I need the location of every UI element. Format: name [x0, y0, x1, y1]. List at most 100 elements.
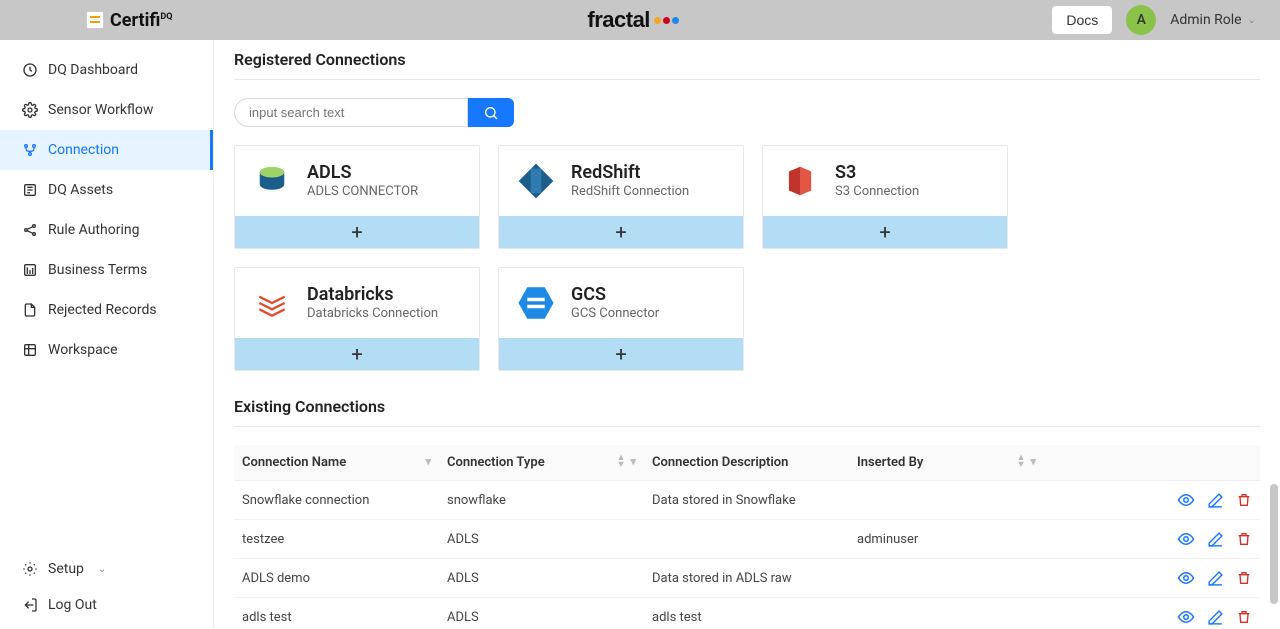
sort-icon[interactable]: ▲▼: [617, 455, 625, 469]
trash-icon: [1236, 492, 1252, 508]
divider: [234, 426, 1260, 427]
edit-icon: [1207, 531, 1224, 548]
sidebar-item-rejected-records[interactable]: Rejected Records: [0, 290, 213, 330]
filter-icon[interactable]: ▾: [425, 455, 431, 468]
connections-table: Connection Name ▾ Connection Type ▾ ▲▼ C…: [234, 445, 1260, 629]
dashboard-icon: [22, 62, 38, 78]
connector-card-redshift: RedShift RedShift Connection +: [498, 145, 744, 249]
adls-icon: [251, 160, 293, 202]
edit-button[interactable]: [1207, 492, 1224, 509]
filter-icon[interactable]: ▾: [1030, 455, 1036, 468]
cell-desc: Data stored in Snowflake: [644, 481, 849, 520]
share-icon: [22, 222, 38, 238]
nav-bottom: Setup ⌄ Log Out: [0, 551, 213, 629]
sidebar-item-label: Setup: [48, 561, 84, 577]
cell-by: [849, 598, 1044, 629]
trash-icon: [1236, 609, 1252, 625]
cell-name: testzee: [234, 520, 439, 559]
sidebar-item-label: Rule Authoring: [48, 222, 139, 238]
search-input[interactable]: [234, 98, 468, 127]
add-databricks-button[interactable]: +: [235, 338, 479, 370]
add-s3-button[interactable]: +: [763, 216, 1007, 248]
delete-button[interactable]: [1236, 609, 1252, 625]
delete-button[interactable]: [1236, 570, 1252, 586]
connector-card-databricks: Databricks Databricks Connection +: [234, 267, 480, 371]
delete-button[interactable]: [1236, 492, 1252, 508]
sidebar-item-workspace[interactable]: Workspace: [0, 330, 213, 370]
docs-button[interactable]: Docs: [1052, 6, 1112, 34]
section-title-registered: Registered Connections: [234, 50, 1260, 69]
sort-icon[interactable]: ▲▼: [1017, 455, 1025, 469]
view-button[interactable]: [1177, 530, 1195, 548]
card-title: S3: [835, 163, 919, 184]
filter-icon[interactable]: ▾: [630, 455, 636, 468]
cell-by: adminuser: [849, 520, 1044, 559]
brand-area: CertifiDQ: [16, 10, 214, 31]
cell-desc: Data stored in ADLS raw: [644, 559, 849, 598]
sidebar-item-sensor-workflow[interactable]: Sensor Workflow: [0, 90, 213, 130]
card-title: GCS: [571, 285, 659, 306]
view-button[interactable]: [1177, 569, 1195, 587]
col-label: Connection Name: [242, 455, 346, 470]
sidebar-item-dq-assets[interactable]: DQ Assets: [0, 170, 213, 210]
chevron-down-icon: ⌄: [98, 564, 106, 575]
sidebar-item-setup[interactable]: Setup ⌄: [0, 551, 213, 587]
card-title: Databricks: [307, 285, 438, 306]
databricks-icon: [251, 282, 293, 324]
sidebar-item-label: Workspace: [48, 342, 118, 358]
gear-icon: [22, 561, 38, 577]
edit-button[interactable]: [1207, 609, 1224, 626]
delete-button[interactable]: [1236, 531, 1252, 547]
add-redshift-button[interactable]: +: [499, 216, 743, 248]
card-title: RedShift: [571, 163, 689, 184]
col-inserted-by[interactable]: Inserted By ▾ ▲▼: [849, 445, 1044, 481]
search-bar: [234, 98, 514, 127]
search-button[interactable]: [468, 98, 514, 127]
scrollbar[interactable]: [1270, 484, 1278, 604]
logout-icon: [22, 597, 38, 613]
connector-card-s3: S3 S3 Connection +: [762, 145, 1008, 249]
edit-icon: [1207, 492, 1224, 509]
col-connection-name[interactable]: Connection Name ▾: [234, 445, 439, 481]
connector-card-adls: ADLS ADLS CONNECTOR +: [234, 145, 480, 249]
cell-name: ADLS demo: [234, 559, 439, 598]
add-adls-button[interactable]: +: [235, 216, 479, 248]
brand-name: CertifiDQ: [110, 10, 172, 31]
workspace-icon: [22, 342, 38, 358]
gcs-icon: [515, 282, 557, 324]
cell-desc: adls test: [644, 598, 849, 629]
sidebar-item-label: Log Out: [48, 597, 97, 613]
view-button[interactable]: [1177, 491, 1195, 509]
col-connection-type[interactable]: Connection Type ▾ ▲▼: [439, 445, 644, 481]
fractal-logo-text: fractal: [587, 7, 650, 33]
col-label: Connection Type: [447, 455, 545, 470]
card-subtitle: ADLS CONNECTOR: [307, 184, 418, 199]
connector-cards: ADLS ADLS CONNECTOR + RedShift RedShift …: [234, 145, 1260, 371]
add-gcs-button[interactable]: +: [499, 338, 743, 370]
cell-by: [849, 481, 1044, 520]
col-label: Inserted By: [857, 455, 923, 470]
gear-icon: [22, 102, 38, 118]
sidebar-item-business-terms[interactable]: Business Terms: [0, 250, 213, 290]
eye-icon: [1177, 569, 1195, 587]
col-connection-desc[interactable]: Connection Description: [644, 445, 849, 481]
sidebar-item-logout[interactable]: Log Out: [0, 587, 213, 623]
connector-card-gcs: GCS GCS Connector +: [498, 267, 744, 371]
cell-by: [849, 559, 1044, 598]
center-logo: fractal: [214, 7, 1052, 33]
sidebar-item-connection[interactable]: Connection: [0, 130, 213, 170]
edit-button[interactable]: [1207, 531, 1224, 548]
edit-button[interactable]: [1207, 570, 1224, 587]
avatar[interactable]: A: [1126, 5, 1156, 35]
sidebar-item-rule-authoring[interactable]: Rule Authoring: [0, 210, 213, 250]
sidebar-item-dq-dashboard[interactable]: DQ Dashboard: [0, 50, 213, 90]
view-button[interactable]: [1177, 608, 1195, 626]
redshift-icon: [515, 160, 557, 202]
cell-desc: [644, 520, 849, 559]
role-dropdown[interactable]: Admin Role ⌄: [1170, 12, 1264, 28]
card-subtitle: GCS Connector: [571, 306, 659, 321]
table-row: ADLS demo ADLS Data stored in ADLS raw: [234, 559, 1260, 598]
cell-type: ADLS: [439, 598, 644, 629]
top-bar: CertifiDQ fractal Docs A Admin Role ⌄: [0, 0, 1280, 40]
card-subtitle: Databricks Connection: [307, 306, 438, 321]
